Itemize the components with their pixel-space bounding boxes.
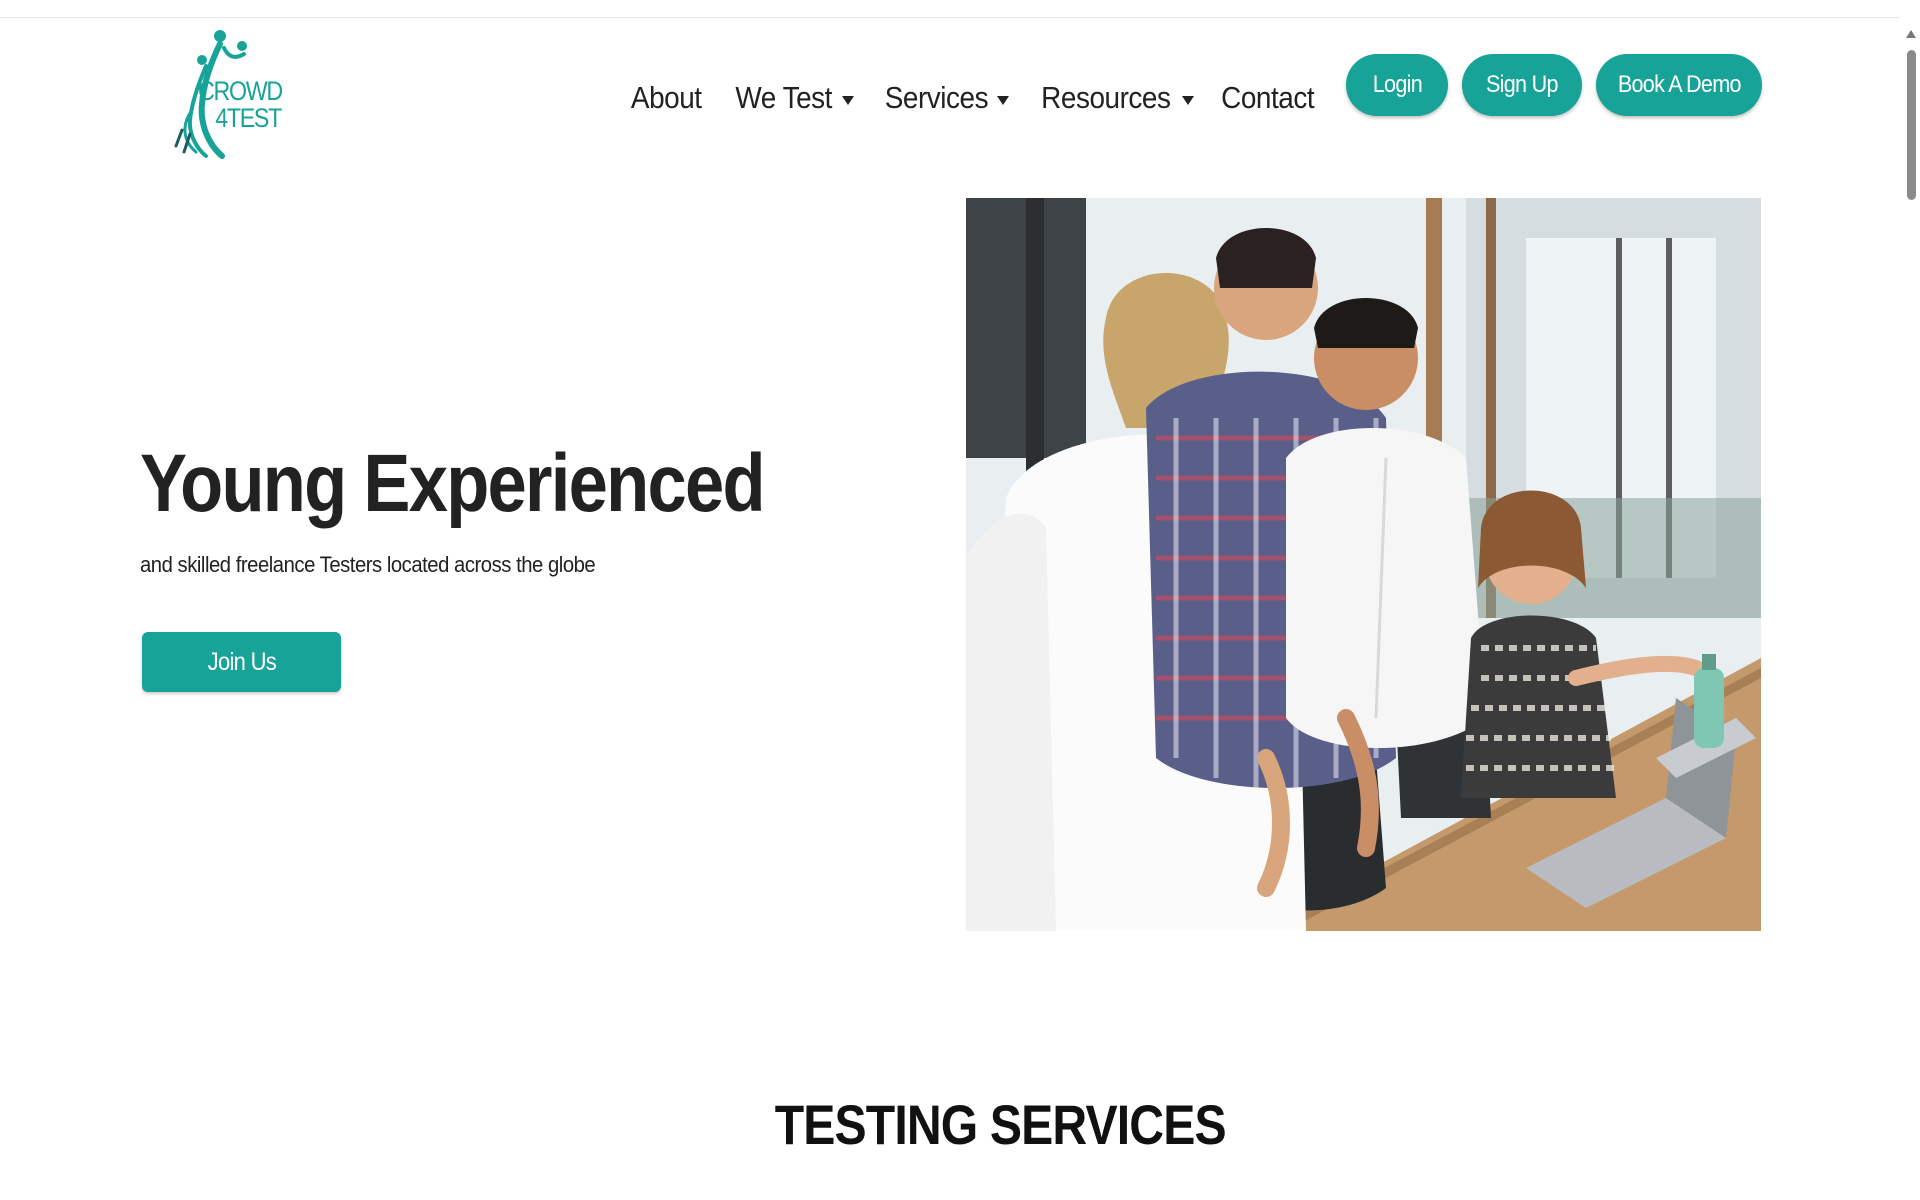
join-us-button[interactable]: Join Us bbox=[142, 632, 341, 692]
caret-down-icon bbox=[1181, 95, 1194, 105]
nav-item-contact[interactable]: Contact bbox=[1206, 58, 1330, 138]
page-scrollbar[interactable] bbox=[1902, 20, 1920, 1200]
hero-title: Young Experienced bbox=[140, 438, 766, 529]
logo-line-1: CROWD bbox=[198, 76, 283, 106]
nav-item-label: About bbox=[630, 80, 702, 115]
arrow-up-icon[interactable] bbox=[1906, 30, 1916, 38]
team-photo-illustration bbox=[966, 198, 1761, 931]
testing-services-heading: TESTING SERVICES bbox=[738, 1092, 1227, 1157]
site-header: CROWD 4TEST About We Test Services Resou… bbox=[0, 0, 1920, 180]
sign-up-button[interactable]: Sign Up bbox=[1462, 54, 1582, 116]
nav-item-we-test[interactable]: We Test bbox=[728, 58, 856, 138]
logo-line-2: 4TEST bbox=[215, 103, 282, 133]
caret-down-icon bbox=[841, 95, 854, 105]
sign-up-label: Sign Up bbox=[1486, 71, 1559, 98]
nav-item-label: Services bbox=[884, 80, 988, 115]
nav-item-services[interactable]: Services bbox=[872, 58, 1016, 138]
login-button[interactable]: Login bbox=[1346, 54, 1448, 116]
scrollbar-thumb[interactable] bbox=[1907, 50, 1916, 200]
caret-down-icon bbox=[997, 95, 1010, 105]
nav-item-about[interactable]: About bbox=[620, 58, 712, 138]
section-title-label: TESTING SERVICES bbox=[774, 1093, 1227, 1156]
nav-item-resources[interactable]: Resources bbox=[1029, 58, 1199, 138]
hero-subtitle: and skilled freelance Testers located ac… bbox=[140, 552, 596, 577]
book-demo-label: Book A Demo bbox=[1617, 71, 1742, 98]
join-us-label: Join Us bbox=[207, 647, 276, 676]
team-photo-image bbox=[966, 198, 1761, 931]
book-demo-button[interactable]: Book A Demo bbox=[1596, 54, 1762, 116]
header-divider bbox=[0, 17, 1900, 18]
nav-item-label: Contact bbox=[1221, 80, 1315, 115]
crowd4test-logo[interactable]: CROWD 4TEST bbox=[162, 20, 296, 168]
nav-item-label: Resources bbox=[1041, 80, 1171, 115]
nav-item-label: We Test bbox=[735, 80, 833, 115]
logo-text: CROWD 4TEST bbox=[198, 76, 283, 133]
login-label: Login bbox=[1372, 71, 1422, 98]
